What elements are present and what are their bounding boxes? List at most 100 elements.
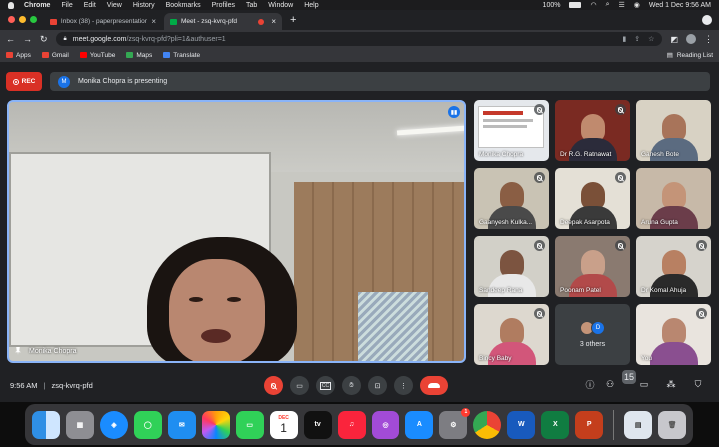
chat-button[interactable]: ▭ [637,377,651,391]
tab-search-icon[interactable] [702,15,712,25]
speaker-figure [147,237,307,361]
chrome-icon[interactable] [473,410,502,439]
new-tab-button[interactable]: + [290,14,296,26]
participant-tile[interactable]: Dr R.G. Ratnawat [555,100,630,161]
share-icon[interactable]: ⇪ [634,35,640,43]
menu-clock[interactable]: Wed 1 Dec 9:56 AM [649,2,711,9]
mic-off-icon [534,172,545,183]
lock-icon[interactable]: 🔒︎ [64,36,67,43]
reading-list-button[interactable]: ▤ Reading List [667,51,713,60]
battery-icon[interactable] [569,2,582,8]
trash-icon[interactable]: 🗑︎ [658,410,687,439]
more-options-button[interactable]: ⋮ [394,376,413,395]
messages-icon[interactable]: ◯ [133,410,162,439]
profile-avatar[interactable] [686,34,696,44]
menu-window[interactable]: Window [268,2,293,9]
back-icon[interactable]: ← [6,34,15,44]
bookmark-maps[interactable]: Maps [126,52,152,59]
apps-grid-icon [6,52,13,58]
menu-file[interactable]: File [61,2,72,9]
menu-app-name[interactable]: Chrome [24,2,50,9]
close-window-button[interactable] [8,16,15,23]
participant-tile[interactable]: Deepak Asarpota [555,168,630,229]
wifi-icon[interactable]: ◠ [590,1,596,9]
app-store-icon[interactable]: A [405,410,434,439]
bookmark-star-icon[interactable]: ☆ [648,35,654,43]
macos-menu-bar: Chrome File Edit View History Bookmarks … [0,0,719,10]
audio-level-icon: ▮▮ [448,106,460,118]
others-avatars: D [580,321,605,335]
bookmark-gmail[interactable]: Gmail [41,52,69,59]
participant-tile[interactable]: Aruna Gupta [636,168,711,229]
activities-button[interactable]: ⁂ [664,377,678,391]
meeting-details-button[interactable]: ⓘ [583,377,597,391]
menu-help[interactable]: Help [304,2,318,9]
extensions-icon[interactable]: ◩ [670,35,678,44]
participant-name: You [641,355,652,362]
zoom-window-button[interactable] [30,16,37,23]
main-speaker-video[interactable]: ▮▮ Monika Chopra [7,100,466,363]
participant-tile[interactable]: Sandeep Rana [474,236,549,297]
self-tile[interactable]: You [636,304,711,365]
minimize-window-button[interactable] [19,16,26,23]
captions-button[interactable]: CC [316,376,335,395]
host-controls-button[interactable]: ⛉ [691,377,705,391]
bookmark-translate[interactable]: Translate [163,52,200,59]
system-preferences-icon[interactable]: ⚙︎ 1 [439,407,471,439]
microphone-toggle-button[interactable] [264,376,283,395]
powerpoint-icon[interactable]: P [575,410,604,439]
menu-profiles[interactable]: Profiles [212,2,235,9]
apple-menu-icon[interactable] [8,1,14,9]
podcasts-icon[interactable]: ◎ [371,410,400,439]
tab-meet[interactable]: Meet - zsq-kvrq-pfd × [164,13,282,30]
bookmark-apps[interactable]: Apps [6,52,31,59]
facetime-icon[interactable]: ▭ [235,410,264,439]
finder-icon[interactable] [32,410,60,439]
siri-icon[interactable]: ◉ [634,1,640,9]
calendar-icon[interactable]: DEC 1 [269,410,298,439]
pin-icon[interactable] [15,347,21,355]
forward-icon[interactable]: → [23,34,32,44]
battery-percent[interactable]: 100% [543,2,561,9]
chrome-menu-icon[interactable]: ⋮ [704,34,713,45]
participant-tile[interactable]: Gaanyesh Kulka... [474,168,549,229]
leave-call-button[interactable] [420,376,448,395]
bookmark-youtube[interactable]: YouTube [79,52,115,59]
close-tab-icon[interactable]: × [151,17,156,26]
menu-tab[interactable]: Tab [246,2,257,9]
excel-icon[interactable]: X [541,410,570,439]
address-bar[interactable]: 🔒︎ meet.google.com/zsq-kvrq-pfd?pli=1&au… [55,32,663,46]
camera-in-use-icon[interactable]: ▮ [622,35,626,43]
participant-tile[interactable]: Poonam Patel [555,236,630,297]
camera-toggle-button[interactable]: ▭ [290,376,309,395]
present-now-button[interactable]: ⊡ [368,376,387,395]
participant-tile[interactable]: Monika Chopra [474,100,549,161]
photos-icon[interactable] [201,410,230,439]
menu-bookmarks[interactable]: Bookmarks [166,2,201,9]
control-center-icon[interactable]: ☰ [618,1,624,9]
safari-icon[interactable]: ◈ [99,410,128,439]
preview-icon[interactable]: ▤ [624,410,653,439]
menu-edit[interactable]: Edit [84,2,96,9]
menu-history[interactable]: History [133,2,155,9]
music-icon[interactable]: ♫ [337,410,366,439]
close-tab-icon[interactable]: × [271,17,276,26]
apple-tv-icon[interactable]: tv [303,410,332,439]
menu-view[interactable]: View [107,2,122,9]
participant-tile[interactable]: Ganesh Bote [636,100,711,161]
reload-icon[interactable]: ↻ [40,34,48,45]
raise-hand-button[interactable]: ✋︎ [342,376,361,395]
others-tile[interactable]: D 3 others [555,304,630,365]
recording-badge[interactable]: REC [6,72,42,91]
people-button[interactable]: ⚇ 15 [606,370,637,391]
participant-tile[interactable]: Bincy Baby [474,304,549,365]
mail-icon[interactable]: ✉︎ [167,410,196,439]
dock-area: ▦ ◈ ◯ ✉︎ ▭ DEC 1 tv ♫ ◎ A ⚙︎ 1 W X P ▤ 🗑︎ [0,402,719,447]
word-icon[interactable]: W [507,410,536,439]
launchpad-icon[interactable]: ▦ [65,410,94,439]
participant-tile[interactable]: Dr Komal Ahuja [636,236,711,297]
spotlight-search-icon[interactable]: ⌕ [606,1,610,9]
participant-grid: Monika Chopra Dr R.G. Ratnawat Ganesh Bo… [474,100,712,367]
tab-gmail[interactable]: Inbox (38) - paperpresentation × [44,13,162,30]
mic-off-icon [615,172,626,183]
